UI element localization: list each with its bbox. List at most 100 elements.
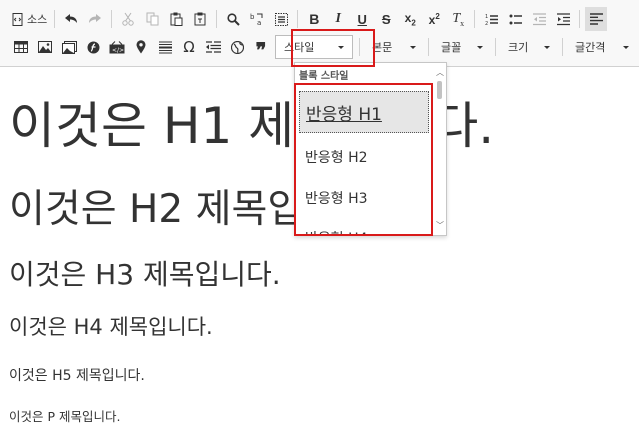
embed-icon: </> [109, 40, 125, 54]
style-combo[interactable]: 스타일 [275, 35, 353, 59]
select-all-button[interactable] [270, 7, 292, 31]
separator [359, 38, 360, 56]
undo-button[interactable] [60, 7, 82, 31]
indent-icon [556, 12, 570, 25]
spacing-combo-label: 글간격 [575, 41, 606, 54]
separator [297, 10, 299, 28]
replace-icon: ba [250, 13, 263, 26]
replace-button[interactable]: ba [246, 7, 268, 31]
subscript-button[interactable]: x2 [399, 7, 421, 31]
remove-format-button[interactable]: Tx [447, 7, 469, 31]
separator [495, 38, 496, 56]
table-icon [14, 41, 28, 53]
outdent-button[interactable] [528, 7, 550, 31]
separator [54, 10, 56, 28]
italic-button[interactable]: I [327, 7, 349, 31]
subscript-icon: x2 [404, 10, 416, 28]
image-gallery-button[interactable] [58, 35, 80, 59]
dropdown-scrollbar[interactable]: ︿ ﹀ [435, 65, 445, 233]
svg-text:a: a [257, 19, 261, 26]
align-left-icon [589, 13, 603, 25]
undo-icon [65, 14, 78, 23]
separator [428, 38, 429, 56]
page-break-button[interactable] [202, 35, 224, 59]
style-option-h4[interactable]: 반응형 H4 [299, 224, 429, 235]
select-all-icon [274, 12, 288, 26]
image-icon [38, 41, 52, 53]
blockquote-button[interactable]: ❞ [250, 35, 272, 62]
font-combo-label: 글꼴 [441, 41, 462, 54]
spacing-combo[interactable]: 글간격 [569, 35, 635, 59]
globe-button[interactable] [226, 35, 248, 59]
cut-icon [122, 12, 134, 26]
superscript-button[interactable]: x2 [423, 7, 445, 31]
blockquote-icon: ❞ [255, 40, 267, 62]
paragraph: 이것은 P 제목입니다. [9, 409, 121, 424]
page-break-icon [205, 41, 221, 53]
flash-button[interactable] [82, 35, 104, 59]
italic-icon: I [335, 11, 341, 26]
toolbar-row-1: 소스 ba B I U S x2 x2 Tx 1 2 [0, 5, 608, 33]
svg-text:</>: </> [112, 47, 124, 54]
paste-button[interactable] [165, 7, 187, 31]
map-button[interactable] [130, 35, 152, 59]
size-combo[interactable]: 크기 [502, 35, 556, 59]
svg-text:2: 2 [485, 21, 488, 26]
embed-button[interactable]: </> [106, 35, 128, 59]
chevron-down-icon [410, 45, 416, 49]
font-combo[interactable]: 글꼴 [435, 35, 489, 59]
image-button[interactable] [34, 35, 56, 59]
scrollbar-thumb[interactable] [437, 81, 442, 99]
find-button[interactable] [222, 7, 244, 31]
chevron-down-icon[interactable]: ﹀ [436, 220, 444, 231]
svg-text:1: 1 [485, 14, 488, 20]
special-char-icon: Ω [183, 38, 195, 56]
bullet-list-button[interactable] [504, 7, 526, 31]
numbered-list-button[interactable]: 12 [480, 7, 502, 31]
horizontal-line-button[interactable] [154, 35, 176, 59]
source-button[interactable]: 소스 [10, 7, 49, 31]
strikethrough-button[interactable]: S [375, 7, 397, 31]
separator [579, 10, 581, 28]
editor-toolbar: 소스 ba B I U S x2 x2 Tx 1 2 </> Ω ❞ 스타일 본… [0, 0, 639, 67]
separator [562, 38, 563, 56]
copy-button[interactable] [141, 7, 163, 31]
style-combo-label: 스타일 [284, 41, 315, 54]
format-combo[interactable]: 본문 [366, 35, 422, 59]
separator [111, 10, 113, 28]
copy-icon [146, 12, 159, 26]
remove-format-icon: Tx [452, 10, 465, 28]
separator [474, 10, 476, 28]
paste-icon [170, 12, 183, 26]
style-option-h3[interactable]: 반응형 H3 [299, 184, 429, 212]
chevron-down-icon [544, 45, 550, 49]
paste-text-button[interactable] [189, 7, 211, 31]
format-combo-label: 본문 [372, 41, 393, 54]
size-combo-label: 크기 [508, 41, 529, 54]
style-dropdown-panel: 블록 스타일 반응형 H1 반응형 H2 반응형 H3 반응형 H4 ︿ ﹀ [294, 62, 447, 236]
style-option-h2[interactable]: 반응형 H2 [299, 143, 429, 171]
indent-button[interactable] [552, 7, 574, 31]
align-left-button[interactable] [585, 7, 608, 31]
table-button[interactable] [10, 35, 32, 59]
dropdown-header: 블록 스타일 [299, 71, 349, 82]
strikethrough-icon: S [381, 11, 391, 27]
underline-button[interactable]: U [351, 7, 373, 31]
heading-h4: 이것은 H4 제목입니다. [9, 315, 213, 339]
source-label: 소스 [27, 13, 48, 26]
separator [216, 10, 218, 28]
style-option-h1[interactable]: 반응형 H1 [299, 91, 429, 133]
chevron-up-icon[interactable]: ︿ [436, 67, 444, 78]
special-char-button[interactable]: Ω [178, 35, 200, 59]
redo-button[interactable] [84, 7, 106, 31]
cut-button[interactable] [117, 7, 139, 31]
bullet-list-icon [509, 14, 522, 24]
bold-button[interactable]: B [303, 7, 325, 31]
image-gallery-icon [61, 40, 77, 54]
horizontal-line-icon [158, 41, 172, 53]
underline-icon: U [357, 11, 367, 27]
chevron-down-icon [477, 45, 483, 49]
svg-text:b: b [250, 13, 255, 21]
paste-text-icon [194, 12, 206, 26]
numbered-list-icon: 12 [485, 14, 498, 26]
